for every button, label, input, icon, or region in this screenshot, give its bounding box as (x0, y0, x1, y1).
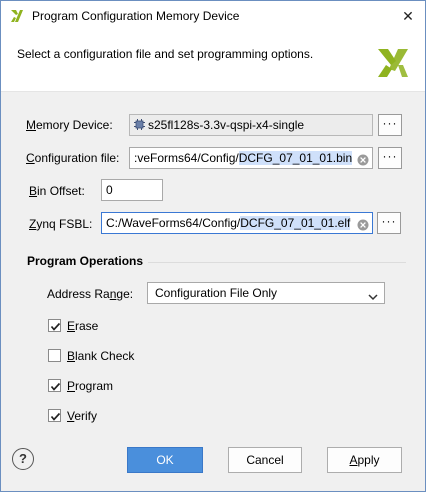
zynq-fsbl-path-prefix: C:/WaveForms64/Config/ (106, 216, 241, 230)
erase-label[interactable]: Erase (67, 319, 98, 333)
dialog-body: Memory Device: s25fl128s-3.3v-qspi-x4-si… (1, 92, 425, 491)
apply-button[interactable]: Apply (327, 447, 402, 473)
memory-device-label: Memory Device: (26, 118, 113, 132)
clear-configuration-file-icon[interactable] (357, 152, 369, 166)
title-bar[interactable]: Program Configuration Memory Device ✕ (1, 1, 425, 31)
address-range-select[interactable]: Configuration File Only (147, 282, 385, 304)
address-range-label: Address Range: (47, 287, 134, 301)
configuration-file-path-prefix: :veForms64/Config/ (134, 151, 239, 165)
program-config-memory-dialog: Program Configuration Memory Device ✕ Se… (0, 0, 426, 492)
zynq-fsbl-name-selected: DCFG_07_01_01.elf (240, 216, 351, 230)
window-title: Program Configuration Memory Device (32, 9, 240, 23)
zynq-fsbl-browse-button[interactable]: ··· (377, 212, 401, 234)
erase-checkbox[interactable] (48, 319, 61, 332)
configuration-file-input[interactable]: :veForms64/Config/DCFG_07_01_01.bin (129, 147, 373, 169)
zynq-fsbl-label: Zynq FSBL: (29, 217, 93, 231)
instruction-text: Select a configuration file and set prog… (17, 47, 314, 61)
configuration-file-label: Configuration file: (26, 151, 120, 165)
verify-label[interactable]: Verify (67, 409, 97, 423)
clear-zynq-fsbl-icon[interactable] (357, 217, 369, 231)
verify-checkbox[interactable] (48, 409, 61, 422)
bin-offset-label: Bin Offset: (29, 184, 85, 198)
xilinx-logo-icon (375, 45, 411, 81)
close-button[interactable]: ✕ (391, 1, 425, 31)
ok-button[interactable]: OK (127, 447, 203, 473)
chevron-down-icon (368, 288, 378, 301)
blank-check-label[interactable]: Blank Check (67, 349, 134, 363)
bin-offset-input[interactable]: 0 (101, 179, 163, 201)
memory-device-field[interactable]: s25fl128s-3.3v-qspi-x4-single (129, 114, 373, 136)
section-divider (148, 262, 406, 263)
address-range-selected-value: Configuration File Only (155, 286, 278, 300)
zynq-fsbl-input[interactable]: C:/WaveForms64/Config/DCFG_07_01_01.elf (101, 212, 373, 234)
chip-icon (134, 116, 145, 135)
program-checkbox[interactable] (48, 379, 61, 392)
configuration-file-browse-button[interactable]: ··· (378, 147, 402, 169)
dialog-header: Select a configuration file and set prog… (1, 31, 425, 92)
blank-check-checkbox[interactable] (48, 349, 61, 362)
cancel-button[interactable]: Cancel (228, 447, 302, 473)
memory-device-browse-button[interactable]: ··· (378, 114, 402, 136)
memory-device-value: s25fl128s-3.3v-qspi-x4-single (148, 118, 305, 132)
help-button[interactable]: ? (12, 448, 34, 470)
program-operations-heading: Program Operations (27, 254, 144, 268)
configuration-file-name-selected: DCFG_07_01_01.bin (238, 151, 353, 165)
program-label[interactable]: Program (67, 379, 113, 393)
vivado-app-icon (10, 9, 24, 23)
